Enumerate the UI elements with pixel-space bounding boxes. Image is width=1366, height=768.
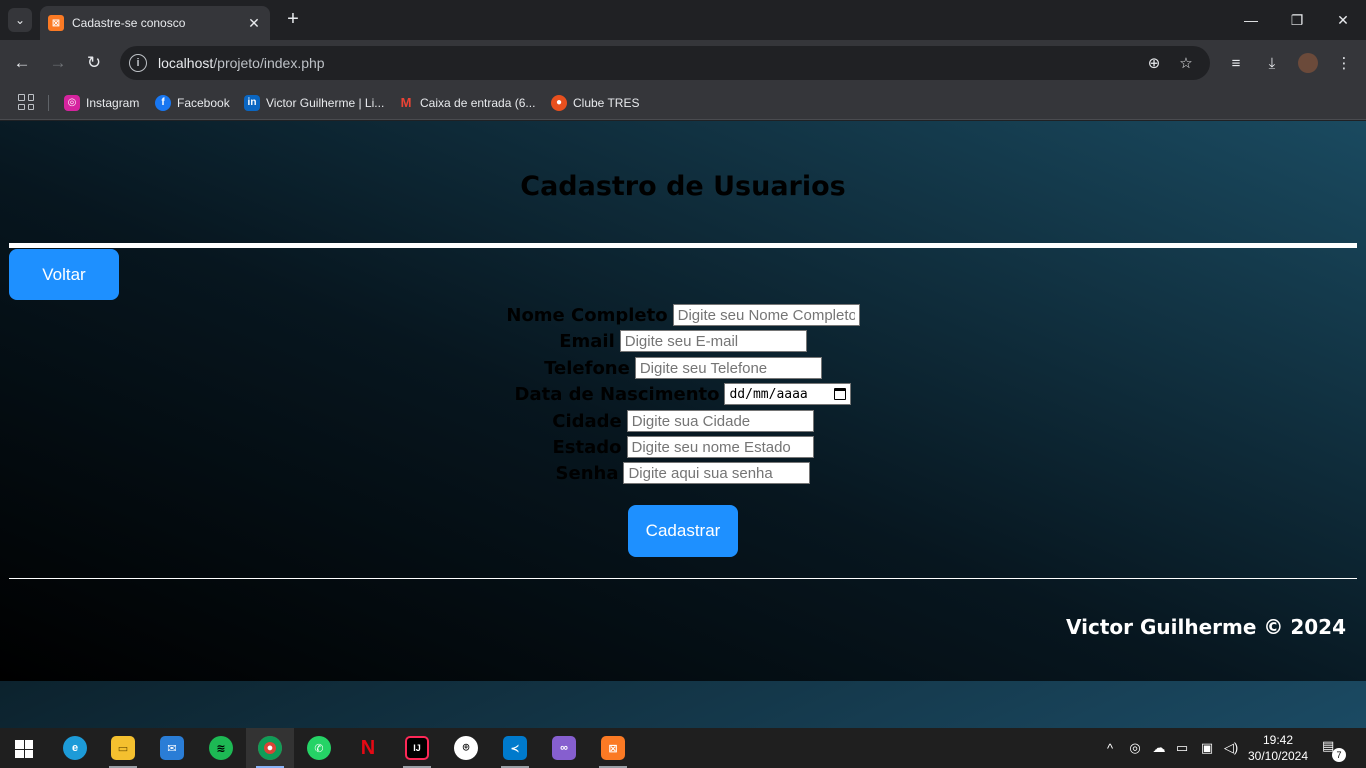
registration-page: Cadastro de Usuarios Voltar Nome Complet… xyxy=(0,121,1366,681)
bookmark-separator xyxy=(48,95,49,111)
form-row-nascimento: Data de Nascimento dd/mm/aaaa xyxy=(0,383,1366,405)
bookmark-instagram[interactable]: ◎ Instagram xyxy=(64,86,139,119)
address-bar[interactable]: i localhost/projeto/index.php ⊕ ☆ xyxy=(120,46,1210,80)
xampp-icon[interactable]: ⊠ xyxy=(589,728,637,768)
url-text[interactable]: localhost/projeto/index.php xyxy=(158,55,1138,71)
telefone-label: Telefone xyxy=(544,357,630,379)
github-icon[interactable]: ⌾ xyxy=(442,728,490,768)
download-icon[interactable]: ⤓ xyxy=(1257,48,1287,78)
more-menu-icon[interactable]: ⋮ xyxy=(1329,48,1359,78)
chrome-icon[interactable]: ● xyxy=(246,728,294,768)
back-arrow-icon[interactable]: ← xyxy=(7,48,37,78)
mail-icon[interactable]: ✉ xyxy=(148,728,196,768)
back-button[interactable]: Voltar xyxy=(9,249,119,300)
form-row-estado: Estado xyxy=(0,436,1366,458)
facebook-icon: f xyxy=(155,94,171,111)
estado-input[interactable] xyxy=(626,436,814,458)
bookmark-facebook[interactable]: f Facebook xyxy=(155,86,230,119)
page-viewport: Cadastro de Usuarios Voltar Nome Complet… xyxy=(0,121,1366,728)
edge-icon[interactable]: e xyxy=(51,728,99,768)
restore-button[interactable]: ❐ xyxy=(1274,0,1320,40)
profile-avatar[interactable] xyxy=(1298,53,1318,73)
battery-icon[interactable]: ▭ xyxy=(1172,728,1192,768)
estado-label: Estado xyxy=(552,436,622,458)
intellij-icon[interactable]: IJ xyxy=(393,728,441,768)
media-control-icon[interactable]: ≡ xyxy=(1221,48,1251,78)
form-row-cidade: Cidade xyxy=(0,410,1366,432)
instagram-icon: ◎ xyxy=(64,94,80,111)
birthdate-input[interactable]: dd/mm/aaaa xyxy=(724,383,852,405)
senha-input[interactable] xyxy=(623,462,811,484)
senha-label: Senha xyxy=(555,462,619,484)
spotify-icon[interactable]: ≋ xyxy=(197,728,245,768)
windows-start-icon[interactable] xyxy=(15,740,33,758)
minimize-button[interactable]: — xyxy=(1228,0,1274,40)
form-row-nome: Nome Completo xyxy=(0,304,1366,326)
form-row-email: Email xyxy=(0,330,1366,352)
bookmark-gmail[interactable]: M Caixa de entrada (6... xyxy=(398,86,536,119)
netflix-icon[interactable]: N xyxy=(344,728,392,768)
cidade-input[interactable] xyxy=(626,410,814,432)
zoom-icon[interactable]: ⊕ xyxy=(1138,54,1170,72)
clube-tres-icon: ● xyxy=(551,94,567,111)
page-title: Cadastro de Usuarios xyxy=(520,171,846,202)
nascimento-label: Data de Nascimento xyxy=(514,383,720,405)
tab-strip: ⌄ ⊠ Cadastre-se conosco ✕ + — ❐ ✕ xyxy=(0,0,1366,40)
new-tab-button[interactable]: + xyxy=(282,8,304,30)
apps-grid-icon[interactable] xyxy=(18,94,34,110)
xampp-icon: ⊠ xyxy=(48,15,64,31)
nome-input[interactable] xyxy=(672,304,860,326)
notification-center-icon[interactable]: ▤ 7 xyxy=(1322,738,1346,762)
active-tab[interactable]: ⊠ Cadastre-se conosco ✕ xyxy=(40,6,270,40)
bookmark-clube-tres[interactable]: ● Clube TRES xyxy=(551,86,639,119)
calendar-icon[interactable] xyxy=(834,388,847,400)
taskbar: e ▭ ✉ ≋ ● ✆ N IJ ⌾ ≺ ∞ ⊠ ^ ◎ ☁ ▭ ▣ ◁) 19… xyxy=(0,728,1366,768)
footer-copyright: Victor Guilherme © 2024 xyxy=(1066,615,1346,639)
onedrive-icon[interactable]: ☁ xyxy=(1148,728,1170,768)
telefone-input[interactable] xyxy=(634,357,822,379)
bookmark-star-icon[interactable]: ☆ xyxy=(1170,54,1202,72)
close-icon[interactable]: ✕ xyxy=(246,15,262,32)
linkedin-icon: in xyxy=(244,94,260,111)
header-divider xyxy=(9,243,1357,248)
gmail-icon: M xyxy=(400,95,412,110)
email-label: Email xyxy=(559,330,615,352)
form-row-senha: Senha xyxy=(0,462,1366,484)
browser-toolbar: ← → ↻ i localhost/projeto/index.php ⊕ ☆ … xyxy=(0,40,1366,86)
form-row-telefone: Telefone xyxy=(0,357,1366,379)
vscode-icon[interactable]: ≺ xyxy=(491,728,539,768)
date-format-text: dd/mm/aaaa xyxy=(729,386,808,402)
nome-label: Nome Completo xyxy=(506,304,668,326)
notification-badge: 7 xyxy=(1332,748,1346,762)
clock-time: 19:42 xyxy=(1262,733,1294,747)
whatsapp-icon[interactable]: ✆ xyxy=(295,728,343,768)
window-close-button[interactable]: ✕ xyxy=(1320,0,1366,40)
forward-arrow-icon[interactable]: → xyxy=(43,48,73,78)
footer-divider xyxy=(9,578,1357,579)
tab-search-button[interactable]: ⌄ xyxy=(8,8,32,32)
email-input[interactable] xyxy=(619,330,807,352)
system-clock[interactable]: 19:42 30/10/2024 xyxy=(1245,732,1311,764)
bookmark-linkedin[interactable]: in Victor Guilherme | Li... xyxy=(244,86,384,119)
submit-button[interactable]: Cadastrar xyxy=(628,505,738,557)
meet-now-icon[interactable]: ◎ xyxy=(1125,728,1145,768)
network-icon[interactable]: ▣ xyxy=(1196,728,1218,768)
show-hidden-icons[interactable]: ^ xyxy=(1100,728,1120,768)
reload-icon[interactable]: ↻ xyxy=(79,48,109,78)
visual-studio-icon[interactable]: ∞ xyxy=(540,728,588,768)
tab-title: Cadastre-se conosco xyxy=(72,16,186,30)
volume-icon[interactable]: ◁) xyxy=(1220,728,1242,768)
file-explorer-icon[interactable]: ▭ xyxy=(99,728,147,768)
cidade-label: Cidade xyxy=(552,410,622,432)
clock-date: 30/10/2024 xyxy=(1247,749,1309,763)
bookmarks-bar: ◎ Instagram f Facebook in Victor Guilher… xyxy=(0,86,1366,120)
site-info-icon[interactable]: i xyxy=(129,54,147,72)
